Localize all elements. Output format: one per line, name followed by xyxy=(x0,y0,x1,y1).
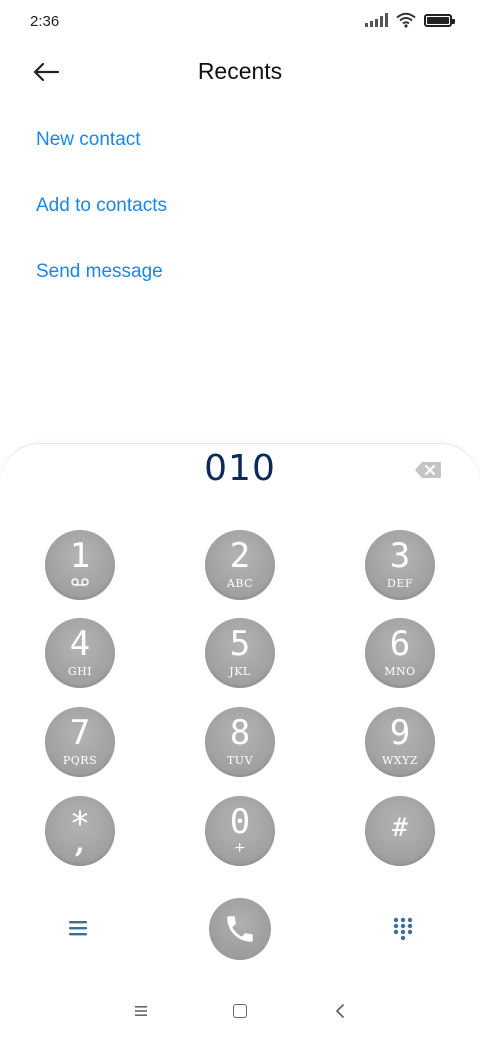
key-digit: 3 xyxy=(389,536,411,576)
key-letters: JKL xyxy=(229,665,251,678)
key-digit: 2 xyxy=(229,536,251,576)
key-digit: # xyxy=(392,813,408,843)
key-digit: 1 xyxy=(69,536,91,576)
status-bar: 2:36 xyxy=(0,0,480,44)
key-5[interactable]: 5 JKL xyxy=(205,618,275,688)
home-nav-icon[interactable] xyxy=(233,1004,247,1018)
voicemail-icon xyxy=(71,578,89,586)
backspace-icon xyxy=(415,462,441,478)
menu-button[interactable] xyxy=(66,918,90,938)
key-9[interactable]: 9 WXYZ xyxy=(365,707,435,777)
wifi-icon xyxy=(396,12,416,28)
dialed-number: 010 xyxy=(204,448,276,489)
dialpad-icon xyxy=(393,917,413,941)
key-letters: PQRS xyxy=(62,754,98,767)
battery-icon xyxy=(424,13,455,27)
add-to-contacts-link[interactable]: Add to contacts xyxy=(36,195,167,217)
back-nav-icon[interactable] xyxy=(334,1003,346,1019)
page-title: Recents xyxy=(197,58,283,84)
recents-nav-icon[interactable] xyxy=(134,1005,148,1017)
key-letters: ABC xyxy=(226,577,254,590)
key-0[interactable]: 0 + xyxy=(205,796,275,866)
key-2[interactable]: 2 ABC xyxy=(205,530,275,600)
menu-icon xyxy=(69,921,87,936)
key-digit: 5 xyxy=(229,624,251,664)
key-1[interactable]: 1 xyxy=(45,530,115,600)
status-icons xyxy=(365,12,455,28)
call-button[interactable] xyxy=(209,898,271,960)
key-letters: , xyxy=(74,826,86,859)
status-time: 2:36 xyxy=(30,13,60,30)
new-contact-link[interactable]: New contact xyxy=(36,129,141,151)
key-letters: DEF xyxy=(387,577,413,590)
send-message-link[interactable]: Send message xyxy=(36,261,163,283)
key-8[interactable]: 8 TUV xyxy=(205,707,275,777)
key-7[interactable]: 7 PQRS xyxy=(45,707,115,777)
key-letters: MNO xyxy=(384,665,416,678)
key-digit: 4 xyxy=(69,624,91,664)
key-digit: 0 xyxy=(229,802,251,842)
key-6[interactable]: 6 MNO xyxy=(365,618,435,688)
key-hash[interactable]: # xyxy=(365,796,435,866)
key-3[interactable]: 3 DEF xyxy=(365,530,435,600)
phone-icon xyxy=(227,916,253,942)
signal-icon xyxy=(365,13,388,27)
key-digit: 9 xyxy=(389,713,411,753)
key-letters: WXYZ xyxy=(381,754,419,767)
key-letters: + xyxy=(233,840,247,856)
key-4[interactable]: 4 GHI xyxy=(45,618,115,688)
key-star[interactable]: * , xyxy=(45,796,115,866)
dialpad-toggle-button[interactable] xyxy=(392,917,414,941)
key-letters: TUV xyxy=(226,754,254,767)
key-letters: GHI xyxy=(67,665,93,678)
backspace-button[interactable] xyxy=(414,461,442,479)
key-digit: 7 xyxy=(69,713,91,753)
key-digit: 8 xyxy=(229,713,251,753)
key-digit: 6 xyxy=(389,624,411,664)
